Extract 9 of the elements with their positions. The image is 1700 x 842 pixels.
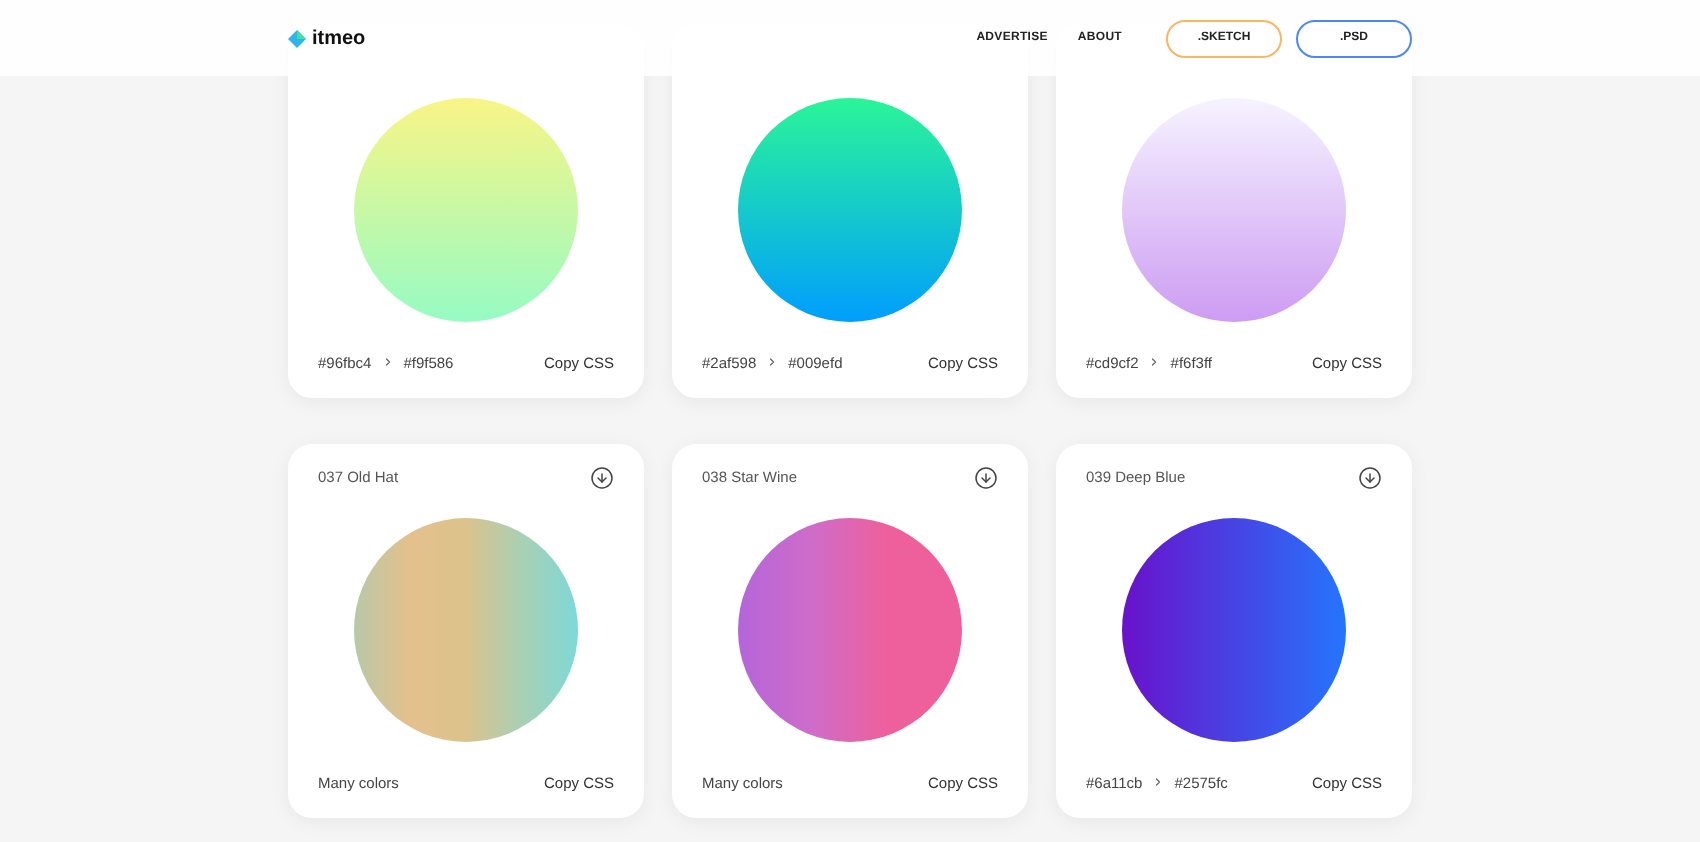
download-icon[interactable]: [590, 466, 614, 490]
chevron-icon: [381, 356, 394, 369]
chevron-icon: [1152, 776, 1165, 789]
diamond-logo-icon: [288, 29, 306, 47]
logo-text[interactable]: itmeo: [312, 23, 366, 53]
chevron-icon: [766, 356, 779, 369]
chevron-icon: [1148, 356, 1161, 369]
download-icon[interactable]: [974, 466, 998, 490]
download-icon[interactable]: [1358, 466, 1382, 490]
